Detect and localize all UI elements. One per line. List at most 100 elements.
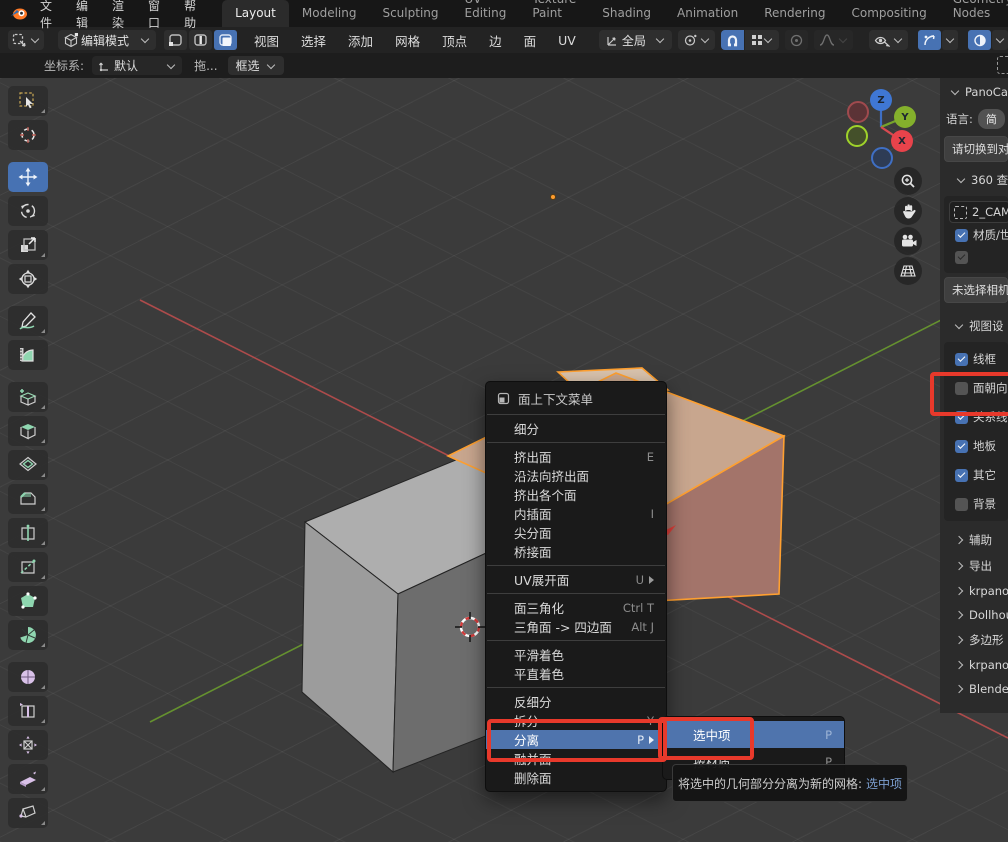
gizmo-negative-x-axis[interactable] (847, 101, 869, 123)
panel-section-360[interactable]: 360 查 (940, 165, 1008, 194)
menu-add[interactable]: 添加 (337, 31, 384, 50)
menu-mesh[interactable]: 网格 (384, 31, 431, 50)
show-gizmo-toggle[interactable] (918, 30, 941, 50)
menu-item-delete-faces[interactable]: 删除面 (486, 768, 666, 787)
camera-select-dropdown[interactable]: 2_CAM (949, 201, 1008, 223)
tab-layout[interactable]: Layout (222, 0, 289, 27)
pan-button[interactable] (894, 197, 922, 225)
menu-item-separate[interactable]: 分离P (486, 730, 666, 749)
menu-edit[interactable]: 编辑 (64, 0, 100, 31)
panel-section-view-settings[interactable]: 视图设 (940, 306, 1008, 340)
menu-face[interactable]: 面 (513, 31, 548, 50)
blender-logo-icon[interactable] (10, 7, 28, 21)
face-select-mode-button[interactable] (214, 30, 237, 50)
panel-section-krpano-2[interactable]: krpano (940, 654, 1008, 678)
menu-item-shade-smooth[interactable]: 平滑着色 (486, 645, 666, 664)
proportional-falloff-dropdown[interactable] (814, 30, 853, 50)
snap-toggle-button[interactable] (721, 30, 744, 50)
tool-poly-build[interactable] (8, 586, 48, 616)
vertex-select-mode-button[interactable] (164, 30, 187, 50)
coordinate-system-dropdown[interactable]: 默认 (92, 56, 182, 75)
tool-measure[interactable] (8, 340, 48, 370)
tool-transform[interactable] (8, 264, 48, 294)
tab-texture-paint[interactable]: Texture Paint (519, 0, 589, 27)
tool-tweak-select[interactable] (8, 86, 48, 116)
menu-item-split[interactable]: 拆分Y (486, 711, 666, 730)
tool-edge-slide[interactable] (8, 696, 48, 726)
background-checkbox-row[interactable]: 背景 (949, 487, 1008, 516)
menu-item-dissolve-faces[interactable]: 融并面 (486, 749, 666, 768)
tab-compositing[interactable]: Compositing (838, 0, 939, 27)
tool-extrude-region[interactable] (8, 416, 48, 446)
tab-shading[interactable]: Shading (589, 0, 664, 27)
gizmo-x-axis[interactable]: X (891, 130, 913, 152)
transform-orientation-dropdown[interactable]: 全局 (599, 30, 672, 50)
menu-item-tris-to-quads[interactable]: 三角面 -> 四边面Alt J (486, 617, 666, 636)
snap-settings-dropdown[interactable] (745, 30, 779, 50)
menu-item-shade-flat[interactable]: 平直着色 (486, 664, 666, 683)
tab-uv-editing[interactable]: UV Editing (452, 0, 520, 27)
face-orientation-checkbox-row[interactable]: 面朝向 (949, 371, 1008, 400)
gizmo-z-axis[interactable]: Z (870, 89, 892, 111)
tool-cursor[interactable] (8, 120, 48, 150)
show-object-types-dropdown[interactable] (869, 30, 908, 50)
menu-item-inset-faces[interactable]: 内插面I (486, 504, 666, 523)
menu-item-triangulate[interactable]: 面三角化Ctrl T (486, 598, 666, 617)
menu-item-unsubdivide[interactable]: 反细分 (486, 692, 666, 711)
gizmo-negative-y-axis[interactable] (846, 125, 868, 147)
extra-checkbox-row[interactable] (949, 247, 1008, 268)
menu-window[interactable]: 窗口 (136, 0, 172, 31)
tool-bevel[interactable] (8, 484, 48, 514)
select-mode-dropdown[interactable]: 框选 (228, 56, 284, 75)
menu-item-subdivide[interactable]: 细分 (486, 419, 666, 438)
menu-item-extrude-along-normals[interactable]: 沿法向挤出面 (486, 466, 666, 485)
tool-rip-region[interactable] (8, 798, 48, 828)
menu-edge[interactable]: 边 (478, 31, 513, 50)
panel-section-krpano-1[interactable]: krpano (940, 580, 1008, 604)
menu-item-bridge-faces[interactable]: 桥接面 (486, 542, 666, 561)
overlays-settings-dropdown[interactable] (992, 30, 1008, 50)
zoom-button[interactable] (894, 167, 922, 195)
menu-view[interactable]: 视图 (243, 31, 290, 50)
tab-modeling[interactable]: Modeling (289, 0, 370, 27)
tab-animation[interactable]: Animation (664, 0, 751, 27)
tool-smooth[interactable] (8, 662, 48, 692)
panel-section-export[interactable]: 导出 (940, 554, 1008, 580)
panel-section-dollhouse[interactable]: Dollhou (940, 604, 1008, 628)
tool-inset-faces[interactable] (8, 450, 48, 480)
tool-add-cube[interactable] (8, 382, 48, 412)
tool-spin[interactable] (8, 620, 48, 650)
panel-section-blender[interactable]: Blende (940, 678, 1008, 702)
menu-file[interactable]: 文件 (28, 0, 64, 31)
tab-sculpting[interactable]: Sculpting (369, 0, 451, 27)
tool-shrink-fatten[interactable] (8, 730, 48, 760)
tool-scale[interactable] (8, 230, 48, 260)
menu-help[interactable]: 帮助 (172, 0, 208, 31)
mode-select-dropdown[interactable]: 编辑模式 (58, 30, 156, 50)
other-checkbox-row[interactable]: 其它 (949, 458, 1008, 487)
pivot-point-dropdown[interactable] (678, 30, 715, 50)
edge-select-mode-button[interactable] (189, 30, 212, 50)
submenu-item-selection[interactable]: 选中项 P (663, 721, 844, 748)
tool-annotate[interactable] (8, 306, 48, 336)
menu-select[interactable]: 选择 (290, 31, 337, 50)
tool-loop-cut[interactable] (8, 518, 48, 548)
tool-rotate[interactable] (8, 196, 48, 226)
panel-section-polygon[interactable]: 多边形 (940, 628, 1008, 654)
panel-section-panocam[interactable]: PanoCama (940, 78, 1008, 105)
menu-render[interactable]: 渲染 (100, 0, 136, 31)
wireframe-checkbox-row[interactable]: 线框 (949, 347, 1008, 371)
tool-shear[interactable] (8, 764, 48, 794)
floor-checkbox-row[interactable]: 地板 (949, 429, 1008, 458)
menu-vertex[interactable]: 顶点 (431, 31, 478, 50)
menu-item-extrude-faces[interactable]: 挤出面E (486, 447, 666, 466)
relationship-lines-checkbox-row[interactable]: 关系线 (949, 400, 1008, 429)
language-select[interactable]: 简 (978, 109, 1005, 129)
menu-item-uv-unwrap[interactable]: UV展开面U (486, 570, 666, 589)
gizmo-y-axis[interactable]: Y (894, 106, 916, 128)
tool-knife[interactable] (8, 552, 48, 582)
gizmo-negative-z-axis[interactable] (871, 147, 893, 169)
show-overlays-toggle[interactable] (968, 30, 991, 50)
tab-geometry-nodes[interactable]: Geometry Nodes (940, 0, 1008, 27)
select-box-icon[interactable] (997, 56, 1008, 74)
